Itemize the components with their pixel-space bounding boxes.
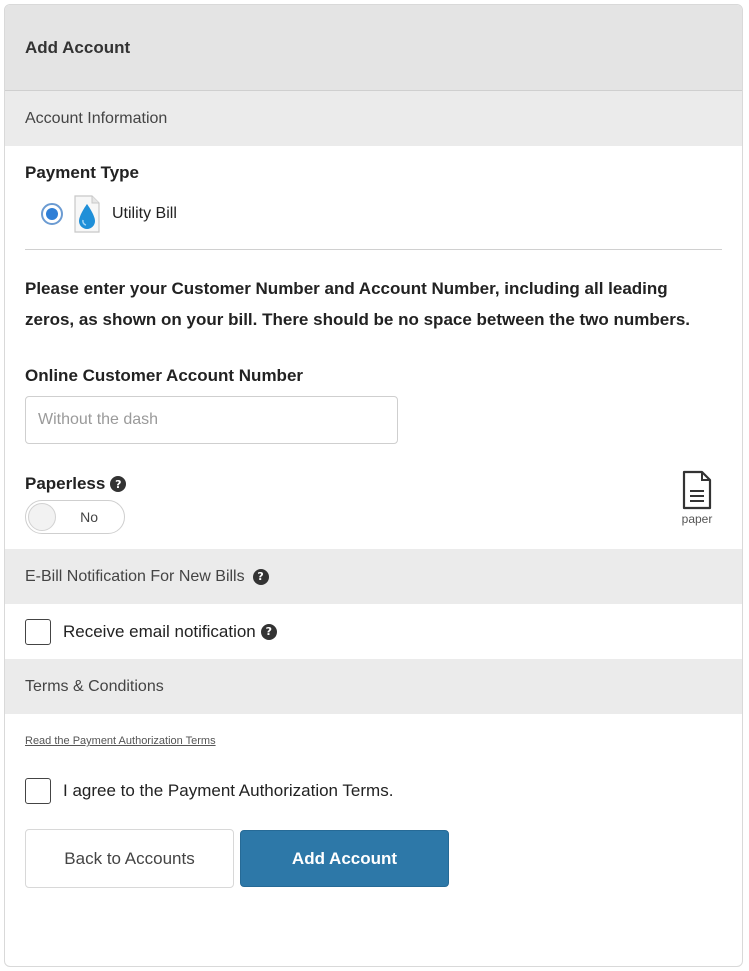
question-circle-icon[interactable]: ?: [260, 623, 277, 640]
section-account-information: Account Information: [5, 91, 742, 146]
paperless-label: Paperless: [25, 474, 106, 493]
paperless-label-wrap: Paperless ?: [25, 474, 722, 494]
section-title: E-Bill Notification For New Bills: [25, 567, 245, 585]
action-buttons: Back to Accounts Add Account: [25, 829, 722, 888]
question-circle-icon[interactable]: ?: [110, 476, 127, 492]
email-notification-label: Receive email notification: [63, 621, 256, 641]
email-notification-row: Receive email notification ?: [5, 604, 742, 659]
agree-terms-row: I agree to the Payment Authorization Ter…: [25, 778, 722, 804]
toggle-knob: [28, 503, 56, 531]
payment-type-option-utility-bill[interactable]: Utility Bill: [25, 191, 722, 237]
payment-type-option-label: Utility Bill: [112, 205, 177, 222]
back-to-accounts-button[interactable]: Back to Accounts: [25, 829, 234, 888]
paper-indicator: paper: [676, 470, 718, 526]
payment-type-label: Payment Type: [25, 163, 140, 182]
radio-selected-dot: [46, 208, 58, 220]
toggle-state-text: No: [80, 509, 98, 525]
paper-caption: paper: [681, 512, 713, 526]
email-notification-label-wrap: Receive email notification ?: [63, 622, 277, 642]
terms-body: Read the Payment Authorization Terms I a…: [5, 735, 742, 888]
add-account-panel: Add Account Account Information Payment …: [4, 4, 743, 967]
section-title: Terms & Conditions: [25, 677, 164, 695]
agree-terms-label: I agree to the Payment Authorization Ter…: [63, 781, 394, 800]
payment-type-radio[interactable]: [41, 203, 63, 225]
section-terms-conditions: Terms & Conditions: [5, 659, 742, 714]
account-number-input[interactable]: [25, 396, 398, 444]
panel-header: Add Account: [5, 5, 742, 91]
payment-terms-link[interactable]: Read the Payment Authorization Terms: [25, 735, 722, 747]
section-ebill-notification: E-Bill Notification For New Bills ?: [5, 549, 742, 604]
question-circle-icon[interactable]: ?: [252, 568, 269, 585]
add-account-button[interactable]: Add Account: [240, 830, 449, 887]
paperless-toggle[interactable]: No: [25, 500, 125, 534]
account-information-body: Payment Type Utility Bill Please enter y…: [5, 146, 742, 549]
paper-document-icon: [682, 470, 712, 510]
divider: [25, 249, 722, 250]
account-number-label: Online Customer Account Number: [25, 366, 304, 385]
section-title: Account Information: [25, 109, 168, 127]
water-drop-document-icon: [74, 195, 100, 233]
email-notification-checkbox[interactable]: [25, 618, 51, 645]
page-title: Add Account: [25, 37, 131, 57]
account-instructions: Please enter your Customer Number and Ac…: [25, 279, 691, 329]
paperless-row: Paperless ? No paper: [25, 470, 722, 549]
agree-terms-checkbox[interactable]: [25, 778, 51, 804]
